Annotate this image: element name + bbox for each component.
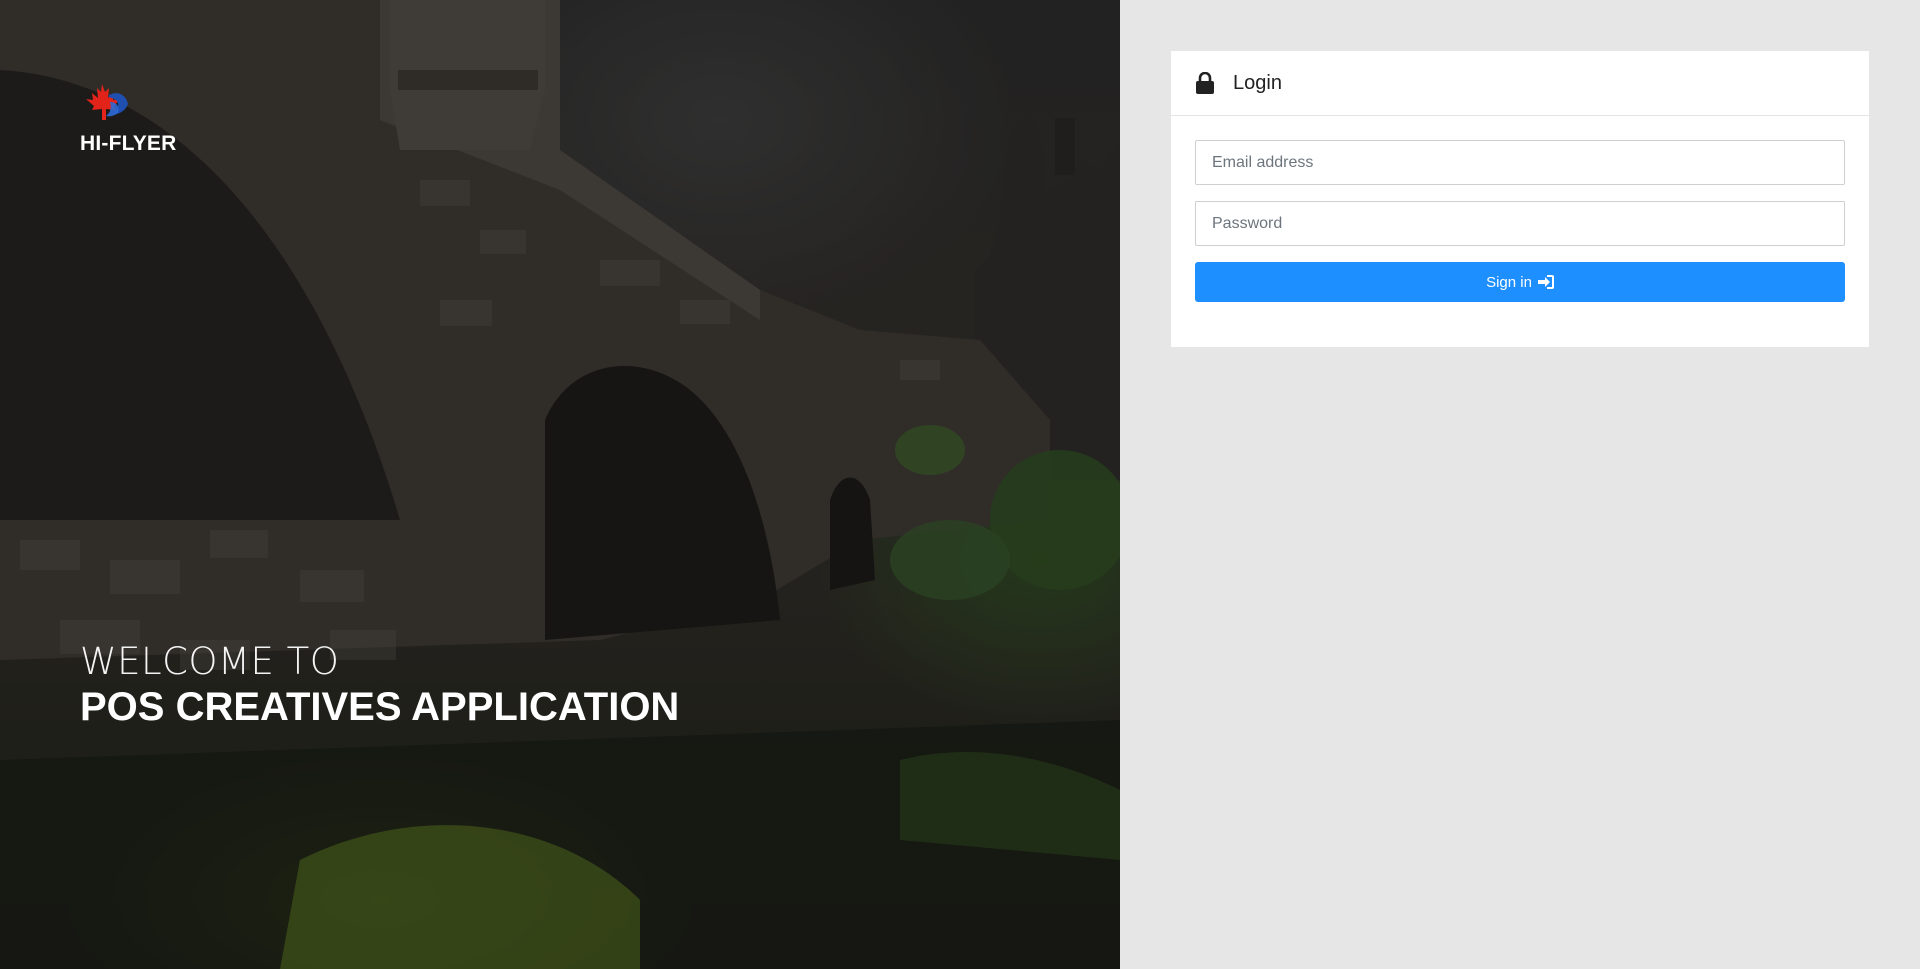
login-page: HI-FLYER WELCOME TO POS CREATIVES APPLIC…: [0, 0, 1920, 969]
password-field[interactable]: [1195, 201, 1845, 246]
maple-leaf-logo-icon: [86, 84, 128, 120]
welcome-subtitle: WELCOME TO: [80, 640, 340, 683]
lock-icon: [1196, 72, 1214, 94]
sign-in-button[interactable]: Sign in: [1195, 262, 1845, 302]
brand-name: HI-FLYER: [80, 132, 177, 155]
brand-logo[interactable]: HI-FLYER: [80, 82, 190, 162]
welcome-heading: WELCOME TO POS CREATIVES APPLICATION: [80, 640, 679, 730]
login-card: Login Sign in: [1171, 51, 1869, 347]
login-form: Sign in: [1171, 116, 1869, 302]
sign-in-label: Sign in: [1486, 273, 1532, 291]
email-field[interactable]: [1195, 140, 1845, 185]
sign-in-icon: [1537, 275, 1554, 289]
login-title: Login: [1233, 71, 1282, 94]
login-card-header: Login: [1171, 51, 1869, 116]
hero-panel: HI-FLYER WELCOME TO POS CREATIVES APPLIC…: [0, 0, 1120, 969]
app-title: POS CREATIVES APPLICATION: [80, 685, 680, 729]
